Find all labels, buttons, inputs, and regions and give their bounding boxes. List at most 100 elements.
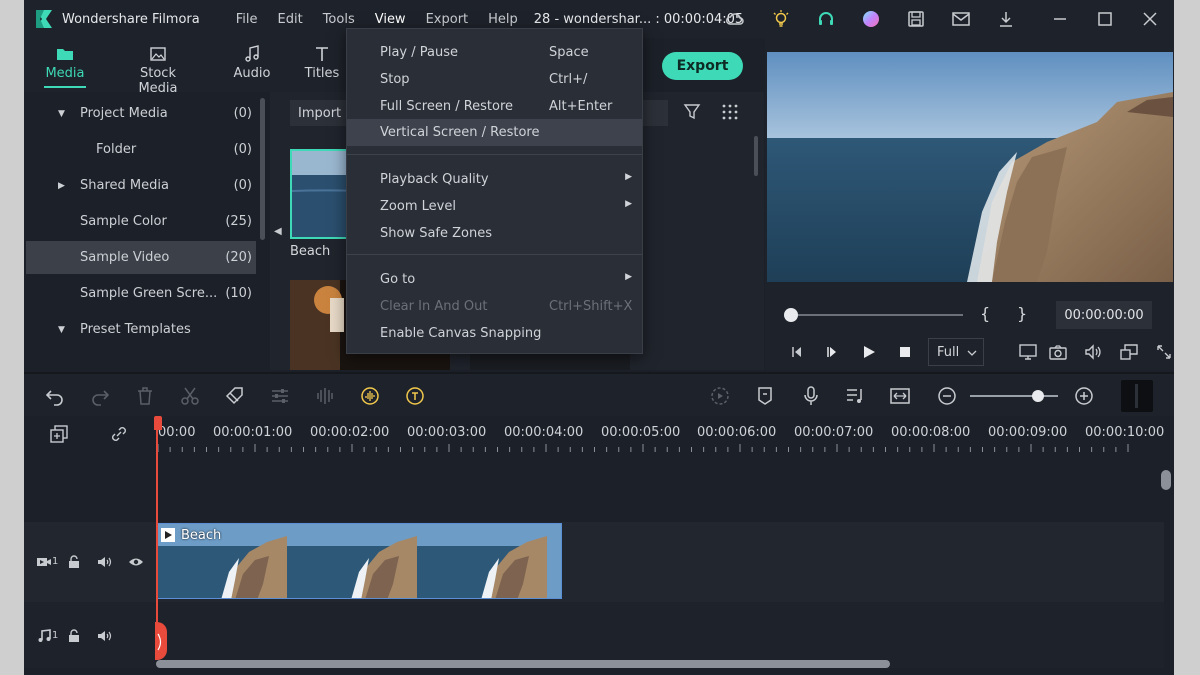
delete-icon[interactable] bbox=[134, 385, 156, 407]
menu-item-show-safe-zones[interactable]: Show Safe Zones bbox=[347, 220, 642, 247]
export-button[interactable]: Export bbox=[662, 52, 743, 80]
timeline-ruler[interactable]: 00:00 00:00:01:00 00:00:02:00 00:00:03:0… bbox=[24, 416, 1174, 456]
preview-video[interactable] bbox=[767, 52, 1173, 282]
timeline-vertical-scrollbar[interactable] bbox=[1161, 470, 1171, 490]
marker-shield-icon[interactable] bbox=[754, 385, 776, 407]
menu-item-zoom-level[interactable]: Zoom Level ▶ bbox=[347, 193, 642, 220]
mail-icon[interactable] bbox=[951, 9, 971, 29]
save-icon[interactable] bbox=[906, 9, 926, 29]
previous-frame-icon[interactable] bbox=[789, 343, 807, 361]
add-track-icon[interactable] bbox=[50, 425, 68, 443]
menu-item-vertical-screen[interactable]: Vertical Screen / Restore bbox=[347, 119, 642, 146]
tree-item-shared-media[interactable]: ▶ Shared Media (0) bbox=[26, 169, 256, 202]
maximize-icon[interactable] bbox=[1095, 9, 1115, 29]
app-name: Wondershare Filmora bbox=[62, 11, 200, 27]
audio-mixer-icon[interactable] bbox=[844, 385, 866, 407]
tree-item-preset-templates[interactable]: ▼ Preset Templates bbox=[26, 313, 256, 346]
media-scrollbar[interactable] bbox=[754, 136, 758, 176]
menu-item-go-to[interactable]: Go to ▶ bbox=[347, 266, 642, 293]
timeline-horizontal-scrollbar[interactable] bbox=[156, 660, 890, 668]
expand-arrow-icon[interactable]: ▶ bbox=[58, 181, 65, 191]
zoom-slider-handle[interactable] bbox=[1032, 390, 1044, 402]
play-icon[interactable] bbox=[860, 343, 878, 361]
eye-icon[interactable] bbox=[128, 554, 144, 570]
close-icon[interactable] bbox=[1140, 9, 1160, 29]
tree-item-folder[interactable]: Folder (0) bbox=[26, 133, 256, 166]
tree-scrollbar[interactable] bbox=[260, 98, 265, 240]
expand-arrow-icon[interactable]: ▼ bbox=[58, 325, 65, 335]
zoom-in-icon[interactable] bbox=[1073, 385, 1095, 407]
tab-audio[interactable]: Audio bbox=[232, 44, 272, 81]
tree-item-sample-video[interactable]: Sample Video (20) bbox=[26, 241, 256, 274]
menu-item-full-screen[interactable]: Full Screen / Restore Alt+Enter bbox=[347, 93, 642, 120]
undo-icon[interactable] bbox=[44, 385, 66, 407]
menu-tools[interactable]: Tools bbox=[323, 12, 355, 27]
menu-item-enable-canvas-snapping[interactable]: Enable Canvas Snapping bbox=[347, 320, 642, 347]
next-frame-icon[interactable] bbox=[824, 343, 842, 361]
mark-out-button[interactable]: } bbox=[1017, 304, 1027, 323]
mark-in-button[interactable]: { bbox=[980, 304, 990, 323]
timeline-clip-beach[interactable]: Beach bbox=[156, 523, 562, 599]
toggle-divider bbox=[1135, 384, 1138, 408]
fullscreen-icon[interactable] bbox=[1155, 343, 1173, 361]
ruler-time-label: 00:00:08:00 bbox=[891, 425, 971, 440]
stop-icon[interactable] bbox=[896, 343, 914, 361]
snapshot-camera-icon[interactable] bbox=[1048, 343, 1068, 361]
adjust-sliders-icon[interactable] bbox=[269, 385, 291, 407]
menu-file[interactable]: File bbox=[236, 12, 258, 27]
link-icon[interactable] bbox=[110, 425, 128, 443]
lightbulb-icon[interactable] bbox=[771, 9, 791, 29]
redo-icon[interactable] bbox=[89, 385, 111, 407]
display-settings-icon[interactable] bbox=[1018, 343, 1038, 361]
empty-track-lane[interactable] bbox=[24, 456, 1164, 522]
headset-icon[interactable] bbox=[816, 9, 836, 29]
tree-item-sample-color[interactable]: Sample Color (25) bbox=[26, 205, 256, 238]
collapse-panel-icon[interactable]: ◀ bbox=[274, 226, 282, 237]
menu-edit[interactable]: Edit bbox=[278, 12, 303, 27]
grid-view-icon[interactable] bbox=[720, 102, 740, 122]
render-preview-icon[interactable] bbox=[709, 385, 731, 407]
lock-icon[interactable] bbox=[66, 554, 82, 570]
microphone-icon[interactable] bbox=[800, 385, 822, 407]
menu-export[interactable]: Export bbox=[426, 12, 469, 27]
menu-item-stop[interactable]: Stop Ctrl+/ bbox=[347, 66, 642, 93]
tab-titles[interactable]: Titles bbox=[304, 44, 340, 81]
scrubber-handle[interactable] bbox=[784, 308, 798, 322]
tree-item-project-media[interactable]: ▼ Project Media (0) bbox=[26, 97, 256, 130]
speech-to-text-icon[interactable] bbox=[404, 385, 426, 407]
fit-to-timeline-icon[interactable] bbox=[889, 385, 911, 407]
cloud-icon[interactable] bbox=[725, 9, 745, 29]
zoom-slider-track[interactable] bbox=[970, 395, 1058, 397]
tag-icon[interactable] bbox=[224, 385, 246, 407]
track-height-toggle[interactable] bbox=[1121, 380, 1153, 412]
import-button[interactable]: Import bbox=[290, 100, 350, 126]
minimize-icon[interactable] bbox=[1050, 9, 1070, 29]
lock-icon[interactable] bbox=[66, 628, 82, 644]
search-input[interactable] bbox=[642, 100, 668, 126]
aspect-ratio-icon[interactable] bbox=[1119, 343, 1139, 361]
menu-help[interactable]: Help bbox=[488, 12, 518, 27]
menu-view[interactable]: View bbox=[375, 12, 406, 27]
expand-arrow-icon[interactable]: ▼ bbox=[58, 109, 65, 119]
tab-stock-media[interactable]: Stock Media bbox=[120, 44, 196, 96]
tree-item-count: (0) bbox=[233, 106, 252, 121]
tab-media[interactable]: Media bbox=[44, 44, 86, 88]
playback-quality-select[interactable]: Full bbox=[928, 338, 984, 366]
download-icon[interactable] bbox=[996, 9, 1016, 29]
menu-item-play-pause[interactable]: Play / Pause Space bbox=[347, 39, 642, 66]
speaker-icon[interactable] bbox=[96, 628, 112, 644]
filter-icon[interactable] bbox=[682, 102, 702, 122]
tree-item-sample-green-screen[interactable]: Sample Green Scre... (10) bbox=[26, 277, 256, 310]
audio-waveform-icon[interactable] bbox=[314, 385, 336, 407]
avatar-icon[interactable] bbox=[861, 9, 881, 29]
speaker-icon[interactable] bbox=[96, 554, 112, 570]
zoom-out-icon[interactable] bbox=[936, 385, 958, 407]
ruler-time-label: 00:00:02:00 bbox=[310, 425, 390, 440]
playhead-handle[interactable] bbox=[154, 416, 162, 430]
auto-beat-sync-icon[interactable] bbox=[359, 385, 381, 407]
scrubber-track[interactable] bbox=[791, 314, 963, 316]
volume-icon[interactable] bbox=[1083, 343, 1103, 361]
playhead-cut-marker[interactable] bbox=[155, 622, 167, 660]
menu-item-playback-quality[interactable]: Playback Quality ▶ bbox=[347, 166, 642, 193]
cut-scissors-icon[interactable] bbox=[179, 385, 201, 407]
